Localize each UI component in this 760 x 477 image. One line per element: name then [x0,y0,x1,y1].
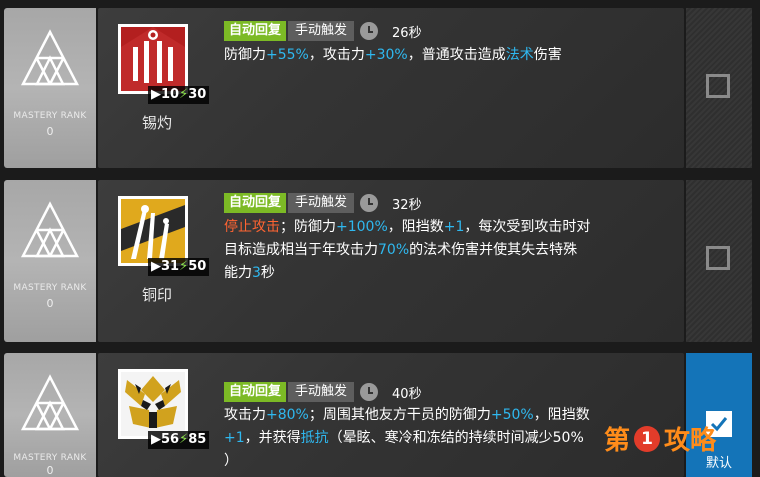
skill-cost-badge: ▶31⚡50 [148,258,210,276]
highlight-value: +100% [336,219,388,235]
mastery-rank-panel: MASTERY RANK 0 [4,353,96,477]
highlight-value: 3 [252,265,261,281]
description-text: 秒 [260,265,275,281]
gold-tools-icon [121,199,185,263]
highlight-value: 70% [378,242,410,258]
skill-tags: 自动回复 手动触发 40秒 [224,381,422,403]
mastery-triangle-icon [20,29,80,86]
tag-manual-trigger: 手动触发 [288,21,355,41]
description-text: ；周围其他友方干员的防御力 [308,407,491,423]
sp-bolt-icon: ⚡ [179,87,189,102]
description-text: ，阻挡数 [387,219,444,235]
tag-auto-recovery: 自动回复 [224,382,287,402]
description-line: 目标造成相当于年攻击力70%的法术伤害并使其失去特殊 [224,239,672,262]
mastery-rank-label: MASTERY RANK [13,283,87,293]
checkbox-box [706,246,730,270]
tag-auto-recovery: 自动回复 [224,21,287,41]
skill-icon [118,369,188,439]
description-line: 能力3秒 [224,262,672,285]
select-skill-checkbox[interactable]: 默认 [686,353,752,477]
description-line: 停止攻击；防御力+100%，阻挡数+1，每次受到攻击时对 [224,216,672,239]
skill-card[interactable]: ▶56⚡85 自动回复 手动触发 40秒 攻击力+80%；周围其他友方干员的防御… [98,353,684,477]
description-text: 伤害 [533,47,562,63]
description-text: ，并获得 [244,430,301,446]
skill-description: 停止攻击；防御力+100%，阻挡数+1，每次受到攻击时对 目标造成相当于年攻击力7… [224,216,672,285]
skill-row-2[interactable]: MASTERY RANK 0 ▶31⚡50 铜印 自动回复 手动触发 32秒 停… [0,180,760,342]
watermark-text-right: 攻略 [664,426,717,456]
golden-beast-face-icon [121,372,185,436]
mastery-rank-label: MASTERY RANK [13,453,87,463]
description-text: 能力 [224,265,252,281]
description-text: 目标造成相当于年攻击力 [224,242,378,258]
cost-duration: 31 [161,259,180,274]
clock-icon [360,22,379,40]
watermark-logo: 第 1 攻略 [604,420,716,457]
highlight-value: +1 [224,430,245,446]
description-line: 防御力+55%，攻击力+30%，普通攻击造成法术伤害 [224,44,672,67]
clock-icon [360,194,379,212]
mastery-rank-value: 0 [46,297,54,310]
description-text: （晕眩、寒冷和冻结的持续时间减少50% [328,430,584,446]
highlight-warning: 停止攻击 [224,219,280,235]
mastery-rank-panel: MASTERY RANK 0 [4,8,96,168]
skill-icon [118,24,188,94]
skill-icon [118,196,188,266]
description-text: ；防御力 [280,219,336,235]
skill-tags: 自动回复 手动触发 32秒 [224,192,422,214]
cost-sp: 85 [188,432,207,447]
mastery-rank-panel: MASTERY RANK 0 [4,180,96,342]
description-text: ，每次受到攻击时对 [464,219,591,235]
mastery-rank-label: MASTERY RANK [13,111,87,121]
description-text: 攻击力 [224,407,266,423]
description-text: 防御力 [224,47,266,63]
skill-description: 防御力+55%，攻击力+30%，普通攻击造成法术伤害 [224,44,672,67]
skill-tags: 自动回复 手动触发 26秒 [224,20,422,42]
mastery-triangle-icon [20,201,80,258]
sp-bolt-icon: ⚡ [179,432,189,447]
highlight-value: +50% [490,407,534,423]
skill-card[interactable]: ▶10⚡30 锡灼 自动回复 手动触发 26秒 防御力+55%，攻击力+30%，… [98,8,684,168]
skill-duration: 40秒 [392,386,422,402]
cost-duration: 10 [161,87,180,102]
skill-card[interactable]: ▶31⚡50 铜印 自动回复 手动触发 32秒 停止攻击；防御力+100%，阻挡… [98,180,684,342]
tag-auto-recovery: 自动回复 [224,193,287,213]
watermark-circle-number: 1 [634,425,661,452]
skill-cost-badge: ▶10⚡30 [148,86,210,104]
skill-duration: 26秒 [392,25,422,41]
skill-name: 铜印 [142,286,173,304]
skill-duration: 32秒 [392,197,422,213]
highlight-value: 抵抗 [300,430,329,446]
skill-name: 锡灼 [142,114,173,132]
description-text: ，攻击力 [308,47,365,63]
cost-duration: 56 [161,432,180,447]
highlight-value: +80% [266,407,309,423]
description-text: ，阻挡数 [533,407,590,423]
description-text: ） [224,453,238,469]
skill-cost-badge: ▶56⚡85 [148,431,210,449]
cost-sp: 30 [188,87,207,102]
highlight-value: +55% [266,47,309,63]
description-text: 的法术伤害并使其失去特殊 [409,242,578,258]
highlight-value: 法术 [505,47,534,63]
red-wrench-tools-icon [121,27,185,91]
checkbox-box [706,74,730,98]
select-skill-checkbox[interactable] [686,8,752,168]
description-text: ，普通攻击造成 [407,47,506,63]
select-skill-checkbox[interactable] [686,180,752,342]
mastery-rank-value: 0 [46,125,54,138]
mastery-triangle-icon [20,374,80,431]
sp-bolt-icon: ⚡ [179,259,189,274]
highlight-value: +1 [443,219,465,235]
skill-row-3[interactable]: MASTERY RANK 0 ▶56⚡85 自动回复 手动触发 40秒 攻击力+… [0,353,760,477]
skill-row-1[interactable]: MASTERY RANK 0 ▶10⚡30 锡灼 自动回复 手动触发 26秒 防… [0,8,760,168]
clock-icon [360,383,379,401]
watermark-text-left: 第 [604,426,631,456]
highlight-value: +30% [364,47,408,63]
mastery-rank-value: 0 [46,464,54,477]
cost-sp: 50 [188,259,207,274]
tag-manual-trigger: 手动触发 [288,382,355,402]
tag-manual-trigger: 手动触发 [288,193,355,213]
